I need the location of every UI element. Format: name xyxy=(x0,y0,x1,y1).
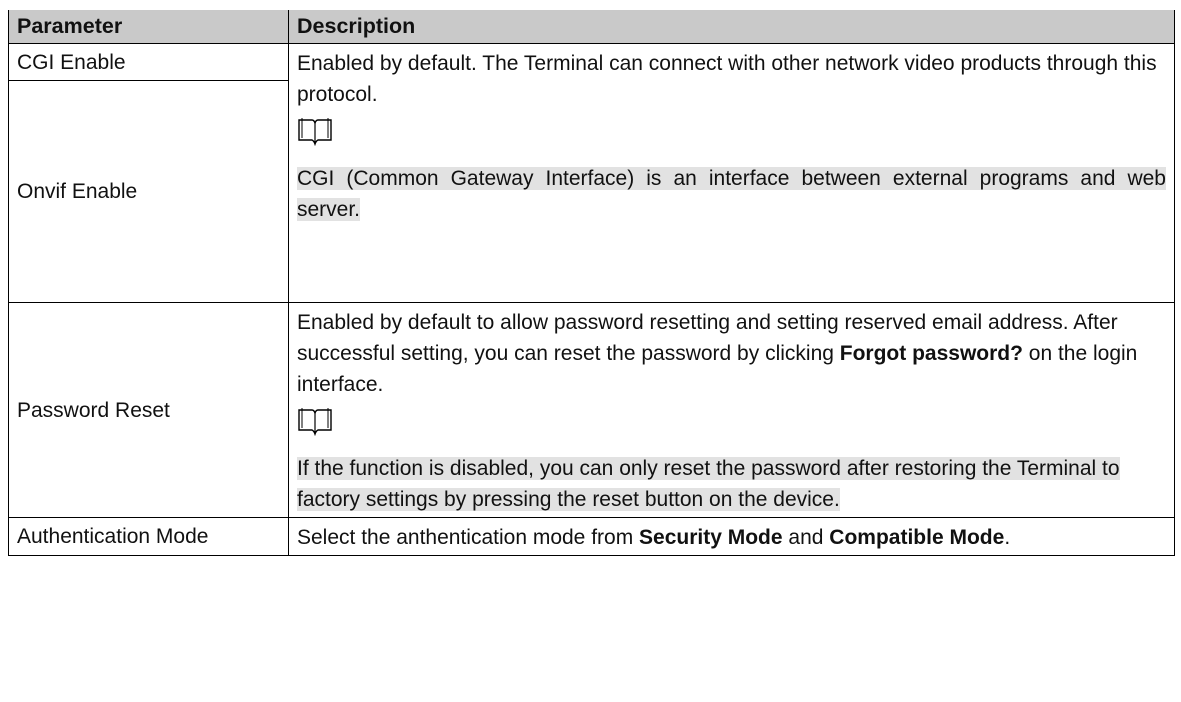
desc-password-text: Enabled by default to allow password res… xyxy=(297,307,1166,400)
note-cgi-text: CGI (Common Gateway Interface) is an int… xyxy=(297,167,1166,221)
param-cgi-enable: CGI Enable xyxy=(8,43,289,81)
auth-text-mid: and xyxy=(782,526,830,549)
note-cgi: CGI (Common Gateway Interface) is an int… xyxy=(297,163,1166,225)
param-onvif-enable: Onvif Enable xyxy=(8,80,289,303)
desc-password-reset: Enabled by default to allow password res… xyxy=(288,302,1175,518)
page-top-cut xyxy=(0,0,1181,10)
open-book-note-icon xyxy=(297,406,1166,445)
param-password-reset: Password Reset xyxy=(8,302,289,518)
note-password-text: If the function is disabled, you can onl… xyxy=(297,457,1120,511)
auth-text-before: Select the anthentication mode from xyxy=(297,526,640,549)
table-row-authentication-mode: Authentication Mode Select the anthentic… xyxy=(8,517,1175,556)
desc-auth-text: Select the anthentication mode from Secu… xyxy=(297,522,1166,553)
header-description: Description xyxy=(288,8,1175,44)
open-book-note-icon xyxy=(297,116,1166,155)
param-authentication-mode: Authentication Mode xyxy=(8,517,289,556)
note-password: If the function is disabled, you can onl… xyxy=(297,453,1166,515)
auth-text-after: . xyxy=(1004,526,1011,549)
parameter-table: Parameter Description CGI Enable Enabled… xyxy=(8,8,1175,556)
table-row-password-reset: Password Reset Enabled by default to all… xyxy=(8,302,1175,518)
forgot-password-bold: Forgot password? xyxy=(839,342,1023,365)
security-mode-bold: Security Mode xyxy=(639,526,783,549)
table-row-cgi: CGI Enable Enabled by default. The Termi… xyxy=(8,43,1175,303)
desc-authentication-mode: Select the anthentication mode from Secu… xyxy=(288,517,1175,556)
table-header-row: Parameter Description xyxy=(8,8,1175,44)
desc-cgi-onvif: Enabled by default. The Terminal can con… xyxy=(288,43,1175,303)
desc-cgi-text: Enabled by default. The Terminal can con… xyxy=(297,52,1157,106)
compatible-mode-bold: Compatible Mode xyxy=(829,526,1005,549)
header-parameter: Parameter xyxy=(8,8,289,44)
